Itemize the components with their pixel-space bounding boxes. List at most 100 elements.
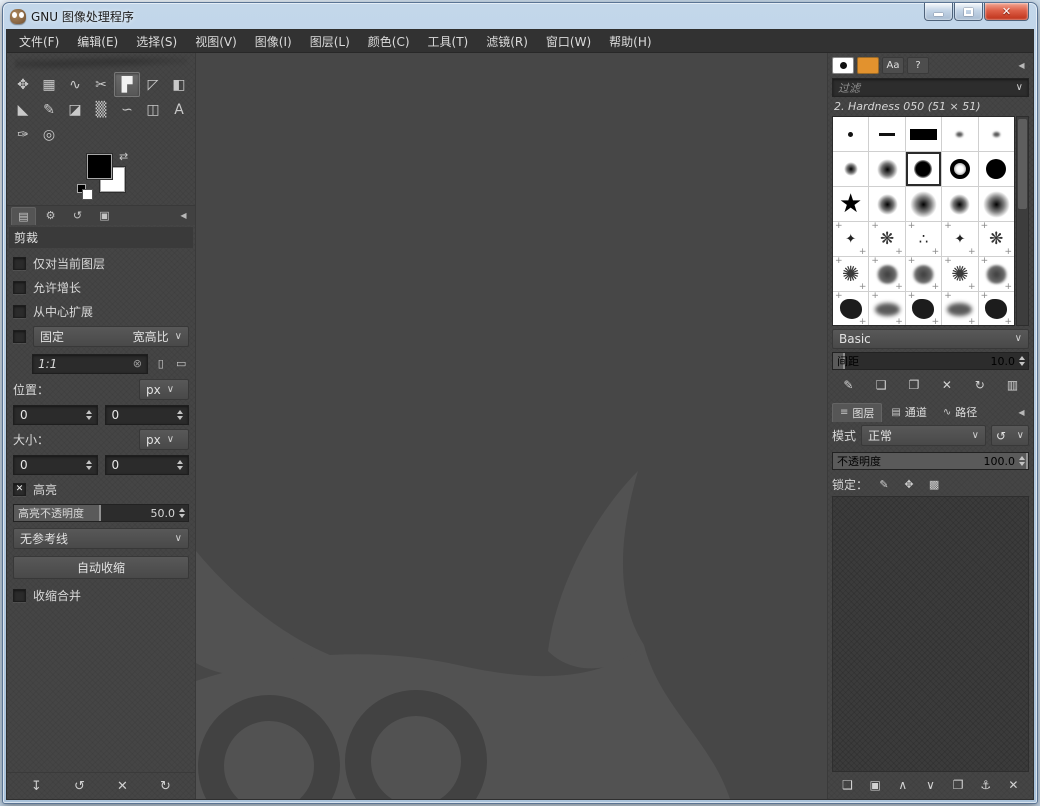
aspect-ratio-input[interactable]: 1:1 ⊗: [32, 353, 148, 374]
raise-layer-button[interactable]: ∧: [890, 775, 915, 795]
lock-position-button[interactable]: ✥: [899, 476, 919, 494]
menu-item-10[interactable]: 帮助(H): [600, 30, 660, 53]
scissors-select-tool[interactable]: ✂: [88, 72, 114, 97]
reset-tool-options-button[interactable]: ↻: [153, 776, 179, 797]
brush-item[interactable]: [833, 221, 869, 257]
menu-item-3[interactable]: 视图(V): [186, 30, 246, 53]
size-height-spinner[interactable]: 0: [104, 454, 189, 475]
option-highlight[interactable]: ✕ 高亮: [13, 477, 189, 501]
anchor-layer-button[interactable]: ⚓: [973, 775, 998, 795]
tab-brushes[interactable]: [832, 56, 854, 74]
tab-device-status[interactable]: ⚙: [38, 207, 63, 225]
layer-opacity-slider[interactable]: 不透明度 100.0: [832, 452, 1029, 470]
menu-item-6[interactable]: 颜色(C): [359, 30, 419, 53]
menu-item-0[interactable]: 文件(F): [10, 30, 68, 53]
brush-filter-input[interactable]: 过滤 ∨: [832, 78, 1029, 97]
position-y-spinner[interactable]: 0: [104, 404, 189, 425]
brush-item[interactable]: [905, 291, 942, 325]
fixed-aspect-dropdown[interactable]: 固定 宽高比 ∨: [33, 326, 189, 347]
tab-patterns[interactable]: [857, 56, 879, 74]
tab-tool-options[interactable]: ▤: [11, 206, 36, 225]
brush-item[interactable]: [905, 152, 942, 186]
expand-from-center-checkbox[interactable]: [13, 304, 26, 318]
text-tool[interactable]: A: [166, 97, 192, 122]
scrollbar-thumb[interactable]: [1018, 119, 1027, 209]
delete-layer-button[interactable]: ✕: [1001, 775, 1026, 795]
alignment-tool[interactable]: ▦: [36, 72, 62, 97]
swap-colors-icon[interactable]: ⇄: [119, 150, 128, 163]
brush-item[interactable]: [869, 187, 905, 221]
shrink-merged-checkbox[interactable]: [13, 588, 26, 602]
tab-undo-history[interactable]: ↺: [65, 207, 90, 225]
brush-item[interactable]: [978, 187, 1014, 221]
clear-input-icon[interactable]: ⊗: [133, 357, 142, 370]
brush-item[interactable]: [869, 291, 905, 325]
save-tool-options-button[interactable]: ↧: [24, 776, 50, 797]
collapse-dock-button[interactable]: ◀: [1014, 408, 1029, 417]
spinner-arrows-icon[interactable]: [175, 460, 185, 470]
tab-paths[interactable]: ∿ 路径: [936, 403, 984, 422]
brush-item[interactable]: [942, 291, 978, 325]
brush-item[interactable]: [833, 256, 869, 292]
foreground-color-swatch[interactable]: [87, 154, 112, 179]
minimize-button[interactable]: [924, 3, 953, 21]
brush-item[interactable]: [942, 221, 978, 257]
transform-tool[interactable]: ◸: [140, 72, 166, 97]
brush-item[interactable]: [905, 221, 942, 257]
option-shrink-merged[interactable]: 收缩合并: [13, 583, 189, 607]
maximize-button[interactable]: [954, 3, 983, 21]
brush-item[interactable]: [833, 117, 869, 151]
zoom-tool[interactable]: ◎: [36, 122, 62, 147]
airbrush-tool[interactable]: ▒: [88, 97, 114, 122]
free-select-tool[interactable]: ∿: [62, 72, 88, 97]
flip-tool[interactable]: ◧: [166, 72, 192, 97]
fixed-checkbox[interactable]: [13, 330, 26, 343]
spinner-arrows-icon[interactable]: [177, 505, 187, 521]
option-current-layer-only[interactable]: 仅对当前图层: [13, 251, 189, 275]
clone-tool[interactable]: ◫: [140, 97, 166, 122]
spinner-arrows-icon[interactable]: [1017, 353, 1027, 369]
tab-document-history[interactable]: ?: [907, 56, 929, 74]
default-colors-icon[interactable]: [77, 184, 93, 200]
current-layer-only-checkbox[interactable]: [13, 256, 26, 270]
brush-item[interactable]: [905, 187, 942, 221]
brush-scrollbar[interactable]: [1016, 116, 1029, 326]
tab-images[interactable]: ▣: [92, 207, 117, 225]
tab-layers[interactable]: ≡ 图层: [832, 402, 883, 422]
brush-item[interactable]: [833, 291, 869, 325]
highlight-checkbox[interactable]: ✕: [13, 482, 26, 496]
color-picker-tool[interactable]: ✑: [10, 122, 36, 147]
tab-channels[interactable]: ▤ 通道: [884, 403, 933, 422]
delete-tool-options-button[interactable]: ✕: [110, 776, 136, 797]
smudge-tool[interactable]: ∽: [114, 97, 140, 122]
brush-item[interactable]: [869, 221, 905, 257]
spinner-arrows-icon[interactable]: [1017, 453, 1027, 469]
new-layer-button[interactable]: ❑: [835, 775, 860, 795]
open-brush-button[interactable]: ▥: [1000, 375, 1025, 395]
position-x-spinner[interactable]: 0: [13, 404, 98, 425]
brush-tag-dropdown[interactable]: Basic ∨: [832, 329, 1029, 349]
brush-item[interactable]: [833, 152, 869, 186]
lower-layer-button[interactable]: ∨: [918, 775, 943, 795]
highlight-opacity-slider[interactable]: 高亮不透明度 50.0: [13, 504, 189, 522]
collapse-dock-button[interactable]: ◀: [1014, 61, 1029, 70]
layer-mode-dropdown[interactable]: 正常 ∨: [861, 425, 986, 446]
bucket-fill-tool[interactable]: ◣: [10, 97, 36, 122]
collapse-dock-button[interactable]: ◀: [176, 211, 191, 220]
tab-fonts[interactable]: Aa: [882, 56, 904, 74]
layers-list[interactable]: [832, 496, 1029, 772]
menu-item-1[interactable]: 编辑(E): [68, 30, 127, 53]
spacing-slider[interactable]: 间距 10.0: [832, 352, 1029, 370]
lock-pixels-button[interactable]: ✎: [874, 476, 894, 494]
size-width-spinner[interactable]: 0: [13, 454, 98, 475]
eraser-tool[interactable]: ◪: [62, 97, 88, 122]
menu-item-2[interactable]: 选择(S): [127, 30, 186, 53]
brush-item[interactable]: [978, 256, 1014, 292]
brush-item[interactable]: [905, 117, 942, 151]
menu-item-5[interactable]: 图层(L): [301, 30, 359, 53]
lock-alpha-button[interactable]: ▩: [924, 476, 944, 494]
auto-shrink-button[interactable]: 自动收缩: [13, 556, 189, 579]
canvas[interactable]: [195, 53, 828, 799]
delete-brush-button[interactable]: ✕: [934, 375, 959, 395]
brush-item[interactable]: [869, 256, 905, 292]
